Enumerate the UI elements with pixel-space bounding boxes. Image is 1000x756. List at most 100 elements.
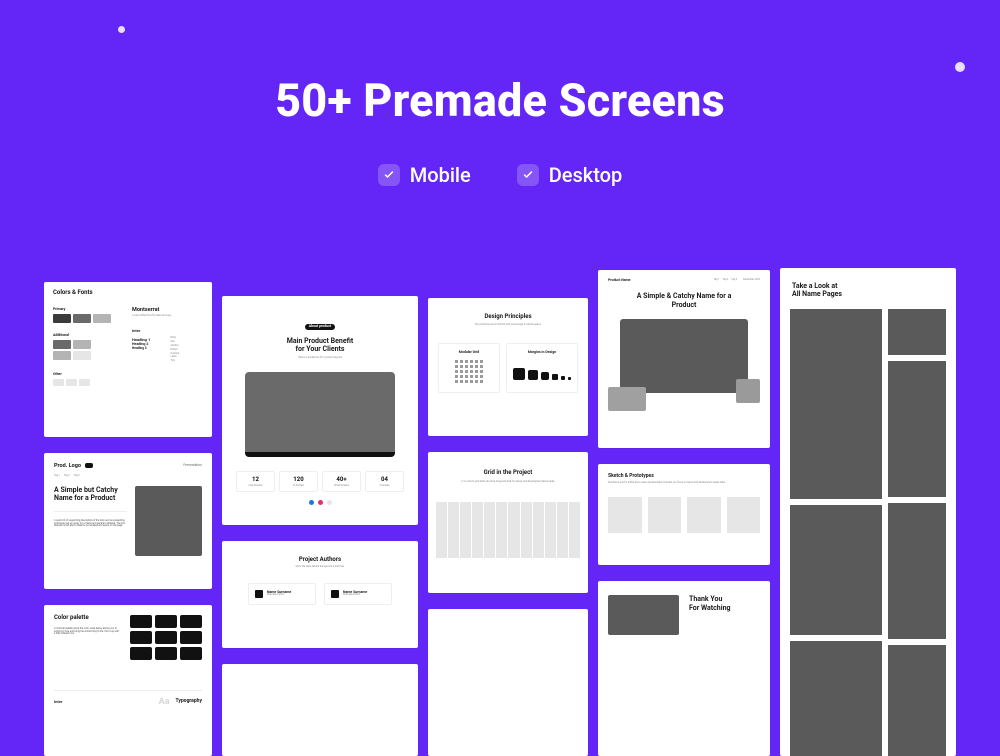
preview — [790, 505, 882, 635]
card-sketch[interactable]: Sketch & Prototypes Wireframe grid for d… — [598, 464, 770, 565]
tag: Tag 2 — [722, 279, 728, 282]
swatch — [155, 647, 177, 660]
swatch — [73, 340, 91, 349]
meta: Body — [171, 337, 204, 340]
body-text: A quick bit of supporting description of… — [54, 520, 127, 529]
margin-sizes — [513, 368, 571, 380]
option-label: Mobile — [410, 163, 471, 187]
preview — [888, 645, 946, 756]
card-title: Design Principles — [438, 314, 578, 321]
aa-glyph: Aa — [159, 697, 170, 707]
font-name: Montserrat — [132, 307, 203, 313]
card-colors-fonts[interactable]: Colors & Fonts Primary Additional — [44, 282, 212, 437]
card-principles[interactable]: Design Principles The workshop set is mi… — [428, 298, 588, 436]
subtitle: A 12-column grid adds structure to layou… — [448, 481, 568, 484]
swatch — [180, 615, 202, 628]
preview — [888, 503, 946, 639]
panel-title: Modular Grid — [445, 350, 493, 354]
screens-gallery: Colors & Fonts Primary Additional — [0, 268, 1000, 756]
meta: Tiny — [171, 360, 204, 363]
tag: Tag 3 — [731, 279, 737, 282]
stat: 12Core Screens — [236, 471, 275, 492]
date: December 2022 — [743, 279, 760, 282]
card-title: Color palette — [54, 615, 120, 622]
headline: Main Product Benefit — [236, 337, 404, 345]
swatch — [79, 379, 90, 386]
option-desktop[interactable]: Desktop — [517, 163, 623, 187]
headline: For Watching — [689, 604, 760, 612]
thumb — [648, 497, 682, 533]
social-icon[interactable] — [327, 500, 332, 505]
group-label: Other — [53, 372, 124, 376]
preview — [790, 309, 882, 499]
hero-options: Mobile Desktop — [0, 163, 1000, 187]
preview — [888, 309, 946, 355]
option-label: Desktop — [549, 163, 623, 187]
check-icon — [378, 164, 400, 186]
author: Name Surname Role description — [248, 583, 316, 605]
panel-title: Margins in Design — [513, 350, 571, 354]
avatar-icon — [255, 590, 263, 598]
author-role: Role description — [343, 594, 367, 597]
social-icon[interactable] — [318, 500, 323, 505]
swatch — [73, 351, 91, 360]
group-label: Additional — [53, 333, 124, 337]
subtitle: Here is a simple line for a product tag … — [236, 357, 404, 360]
card-product-name[interactable]: Product Name Tag 1 Tag 2 Tag 3 December … — [598, 270, 770, 448]
stat: 40+Small Screens — [322, 471, 361, 492]
brand: Product Name — [608, 278, 631, 282]
heading-sample: Heading 3 — [132, 346, 165, 350]
card-prod-logo[interactable]: Prod. Logo Presentation Tag 1 Tag 2 Tag … — [44, 453, 212, 589]
column-grid — [428, 502, 588, 558]
swatch — [53, 314, 71, 323]
thumb — [687, 497, 721, 533]
headline: All Name Pages — [792, 290, 944, 298]
gallery-col: About product Main Product Benefit for Y… — [222, 296, 418, 756]
image-placeholder — [135, 486, 202, 556]
headline: A Simple but Catchy Name for a Product — [54, 486, 127, 503]
body-text: A minimal palette set at the color scale… — [54, 628, 120, 637]
tag: Tag 3 — [74, 475, 80, 478]
card-all-pages[interactable]: Take a Look at All Name Pages — [780, 268, 956, 756]
font-desc: A well-crafted font for titles and copy. — [132, 315, 203, 318]
thumb — [608, 497, 642, 533]
swatch — [155, 631, 177, 644]
footer-right: Typography — [176, 699, 202, 705]
decor-dot — [118, 26, 125, 33]
stat: 04Concepts — [365, 471, 404, 492]
option-mobile[interactable]: Mobile — [378, 163, 471, 187]
tag: Tag 1 — [714, 279, 720, 282]
card-placeholder[interactable] — [428, 609, 588, 756]
swatch — [155, 615, 177, 628]
card-title: Colors & Fonts — [53, 290, 203, 297]
card-grid[interactable]: Grid in the Project A 12-column grid add… — [428, 452, 588, 593]
card-authors[interactable]: Project Authors Show the team behind the… — [222, 541, 418, 648]
decor-dot — [955, 62, 965, 72]
card-color-palette[interactable]: Color palette A minimal palette set at t… — [44, 605, 212, 756]
thumb — [727, 497, 761, 533]
tag-pill: About product — [305, 324, 335, 330]
image-placeholder — [608, 595, 679, 635]
swatch — [180, 647, 202, 660]
nav-item[interactable]: Presentation — [183, 464, 202, 468]
preview — [888, 361, 946, 497]
swatch — [73, 314, 91, 323]
social-icon[interactable] — [309, 500, 314, 505]
headline: for Your Clients — [236, 345, 404, 353]
brand: Prod. Logo — [54, 463, 81, 469]
card-placeholder[interactable] — [222, 664, 418, 756]
hero-title: 50+ Premade Screens — [0, 74, 1000, 127]
brand-mark — [85, 463, 93, 468]
dot-grid — [445, 360, 493, 383]
font-name: Inter — [132, 328, 203, 333]
swatch — [93, 314, 111, 323]
headline: A Simple & Catchy Name for a Product — [626, 292, 742, 309]
preview — [790, 641, 882, 756]
author-role: Role description — [267, 594, 291, 597]
card-title: Sketch & Prototypes — [608, 474, 760, 480]
subtitle: The workshop set is minimal with just en… — [438, 324, 578, 327]
check-icon — [517, 164, 539, 186]
subtitle: Wireframe grid for drafts and a clean re… — [608, 482, 760, 485]
card-product-benefit[interactable]: About product Main Product Benefit for Y… — [222, 296, 418, 525]
card-thank-you[interactable]: Thank You For Watching — [598, 581, 770, 756]
